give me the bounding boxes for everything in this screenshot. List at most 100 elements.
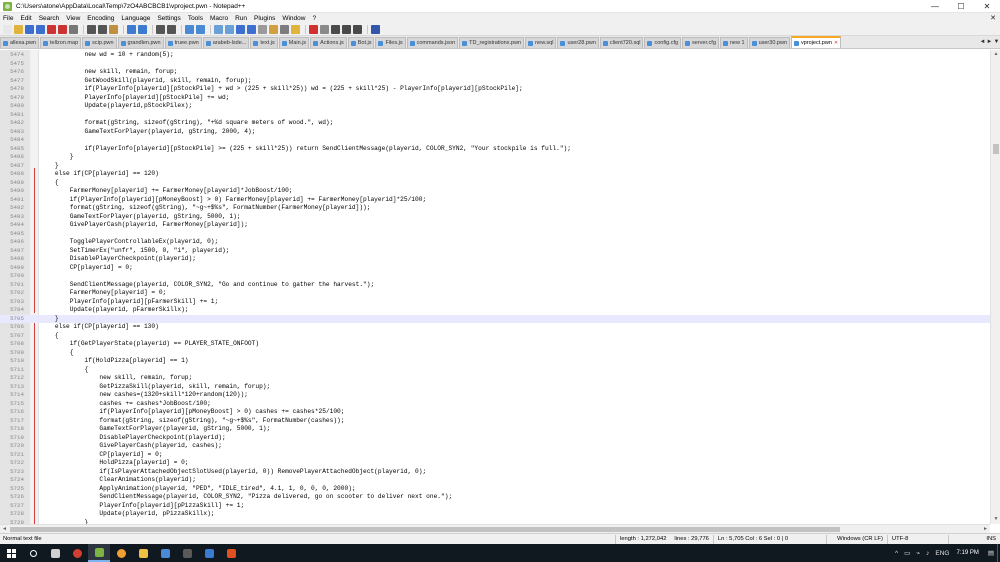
- code-line[interactable]: 5702 FarmerMoney[playerid] = 0;: [0, 289, 990, 298]
- line-text[interactable]: if(IsPlayerAttachedObjectSlotUsed(player…: [40, 468, 426, 477]
- line-text[interactable]: if(PlayerInfo[playerid][pMoneyBoost] > 0…: [40, 196, 426, 205]
- menu-search[interactable]: Search: [39, 15, 60, 22]
- taskbar-search-button[interactable]: [22, 544, 44, 562]
- taskbar-chrome-button[interactable]: [66, 544, 88, 562]
- line-text[interactable]: CP[playerid] = 0;: [40, 451, 162, 460]
- line-text[interactable]: CP[playerid] = 0;: [40, 264, 133, 273]
- line-text[interactable]: GivePlayerCash(playerid, cashes);: [40, 442, 222, 451]
- code-line[interactable]: 5727 PlayerInfo[playerid][pPizzaSkill] +…: [0, 502, 990, 511]
- line-text[interactable]: PlayerInfo[playerid][pPizzaSkill] += 1;: [40, 502, 244, 511]
- line-text[interactable]: }: [40, 153, 74, 162]
- code-line[interactable]: 5482 format(gString, sizeof(gString), "+…: [0, 119, 990, 128]
- line-text[interactable]: if(HoldPizza[playerid] == 1): [40, 357, 189, 366]
- close-button[interactable]: ✕: [974, 0, 1000, 13]
- code-line[interactable]: 5487 }: [0, 162, 990, 171]
- line-text[interactable]: if(GetPlayerState(playerid) == PLAYER_ST…: [40, 340, 259, 349]
- input-language[interactable]: ENG: [935, 550, 949, 557]
- code-line[interactable]: 5726 SendClientMessage(playerid, COLOR_S…: [0, 493, 990, 502]
- line-text[interactable]: {: [40, 366, 89, 375]
- code-line[interactable]: 5493 GameTextForPlayer(playerid, gString…: [0, 213, 990, 222]
- document-tab[interactable]: user28.pwn: [557, 37, 599, 48]
- menu-help[interactable]: ?: [312, 15, 316, 22]
- code-line[interactable]: 5498 DisablePlayerCheckpoint(playerid);: [0, 255, 990, 264]
- line-text[interactable]: GameTextForPlayer(playerid, gString, 500…: [40, 213, 241, 222]
- run-macro-multiple-icon[interactable]: [342, 24, 351, 34]
- open-file-icon[interactable]: [14, 24, 23, 34]
- record-macro-icon[interactable]: [309, 24, 318, 34]
- line-text[interactable]: SendClientMessage(playerid, COLOR_SYN2, …: [40, 281, 374, 290]
- function-list-icon[interactable]: [280, 24, 289, 34]
- code-line[interactable]: 5478 if(PlayerInfo[playerid][pStockPile]…: [0, 85, 990, 94]
- taskbar-file-explorer-button[interactable]: [132, 544, 154, 562]
- start-button[interactable]: [0, 544, 22, 562]
- maximize-button[interactable]: ☐: [948, 0, 974, 13]
- code-line[interactable]: 5494 GivePlayerCash(playerid, FarmerMone…: [0, 221, 990, 230]
- code-line[interactable]: 5721 CP[playerid] = 0;: [0, 451, 990, 460]
- notification-icon[interactable]: ▤: [988, 549, 994, 557]
- document-tab[interactable]: user30.pwn: [748, 37, 790, 48]
- print-icon[interactable]: [69, 24, 78, 34]
- new-file-icon[interactable]: [3, 24, 12, 34]
- code-line[interactable]: 5499 CP[playerid] = 0;: [0, 264, 990, 273]
- battery-icon[interactable]: ▭: [904, 549, 910, 557]
- line-text[interactable]: GivePlayerCash(playerid, FarmerMoney[pla…: [40, 221, 248, 230]
- document-tab[interactable]: Main.js: [278, 37, 310, 48]
- line-text[interactable]: GetWoodSkill(playerid, skill, remain, fo…: [40, 77, 252, 86]
- word-wrap-icon[interactable]: [236, 24, 245, 34]
- code-line[interactable]: 5475: [0, 60, 990, 69]
- scroll-down-icon[interactable]: ▼: [991, 515, 1000, 524]
- horizontal-scroll-thumb[interactable]: [10, 527, 840, 532]
- taskbar-media-player-button[interactable]: [110, 544, 132, 562]
- line-text[interactable]: new skill, remain, forup;: [40, 374, 192, 383]
- menu-plugins[interactable]: Plugins: [254, 15, 275, 22]
- document-tab[interactable]: Bot.js: [347, 37, 375, 48]
- status-insert-mode[interactable]: INS: [982, 536, 1000, 542]
- line-text[interactable]: GetPizzaSkill(playerid, skill, remain, f…: [40, 383, 270, 392]
- minimize-button[interactable]: —: [922, 0, 948, 13]
- code-line[interactable]: 5701 SendClientMessage(playerid, COLOR_S…: [0, 281, 990, 290]
- horizontal-scrollbar[interactable]: ◄ ►: [0, 524, 990, 533]
- document-tab[interactable]: Actions.js: [310, 37, 347, 48]
- taskbar-terminal-button[interactable]: [176, 544, 198, 562]
- line-text[interactable]: new wd = 10 + random(5);: [40, 51, 174, 60]
- code-line[interactable]: 5703 PlayerInfo[playerid][pFarmerSkill] …: [0, 298, 990, 307]
- document-tab[interactable]: truee.pwn: [164, 37, 202, 48]
- line-text[interactable]: }: [40, 315, 59, 324]
- document-tab[interactable]: grandlen.pwn: [117, 37, 164, 48]
- code-line[interactable]: 5719 DisablePlayerCheckpoint(playerid);: [0, 434, 990, 443]
- code-line[interactable]: 5717 format(gString, sizeof(gString), "~…: [0, 417, 990, 426]
- document-tab[interactable]: arabeb-lsde...: [202, 37, 250, 48]
- code-line[interactable]: 5485 if(PlayerInfo[playerid][pStockPile]…: [0, 145, 990, 154]
- document-tab[interactable]: new.sql: [525, 37, 557, 48]
- folder-workspace-icon[interactable]: [291, 24, 300, 34]
- menu-view[interactable]: View: [66, 15, 80, 22]
- code-line[interactable]: 5700: [0, 272, 990, 281]
- code-line[interactable]: 5712 new skill, remain, forup;: [0, 374, 990, 383]
- line-text[interactable]: format(gString, sizeof(gString), "~g~+$%…: [40, 204, 371, 213]
- tab-list-icon[interactable]: ▼: [993, 39, 1000, 45]
- tray-overflow-icon[interactable]: ^: [895, 550, 898, 557]
- all-chars-icon[interactable]: [247, 24, 256, 34]
- line-text[interactable]: if(PlayerInfo[playerid][pMoneyBoost] > 0…: [40, 408, 344, 417]
- line-text[interactable]: {: [40, 349, 74, 358]
- code-line[interactable]: 5706 else if(CP[playerid] == 130): [0, 323, 990, 332]
- vertical-scroll-thumb[interactable]: [993, 144, 999, 154]
- find-icon[interactable]: [156, 24, 165, 34]
- vertical-scrollbar[interactable]: ▲ ▼: [990, 50, 1000, 524]
- menu-language[interactable]: Language: [121, 15, 150, 22]
- document-tab[interactable]: scip.pwn: [82, 37, 117, 48]
- document-tab[interactable]: text.js: [250, 37, 278, 48]
- line-text[interactable]: Update(playerid,pStockPilex);: [40, 102, 193, 111]
- line-text[interactable]: format(gString, sizeof(gString), "+%d sq…: [40, 119, 334, 128]
- code-line[interactable]: 5705 }: [0, 314, 990, 324]
- tab-scroll-right-icon[interactable]: ►: [986, 39, 993, 45]
- editor-area[interactable]: 5474 new wd = 10 + random(5); 5475 5476 ne…: [0, 50, 1000, 524]
- paste-icon[interactable]: [109, 24, 118, 34]
- line-text[interactable]: DisablePlayerCheckpoint(playerid);: [40, 434, 225, 443]
- document-tab[interactable]: client720.sql: [599, 37, 644, 48]
- redo-icon[interactable]: [138, 24, 147, 34]
- menu-edit[interactable]: Edit: [20, 15, 31, 22]
- replace-icon[interactable]: [167, 24, 176, 34]
- document-tab[interactable]: vproject.pwn ✕: [791, 36, 842, 48]
- save-all-icon[interactable]: [36, 24, 45, 34]
